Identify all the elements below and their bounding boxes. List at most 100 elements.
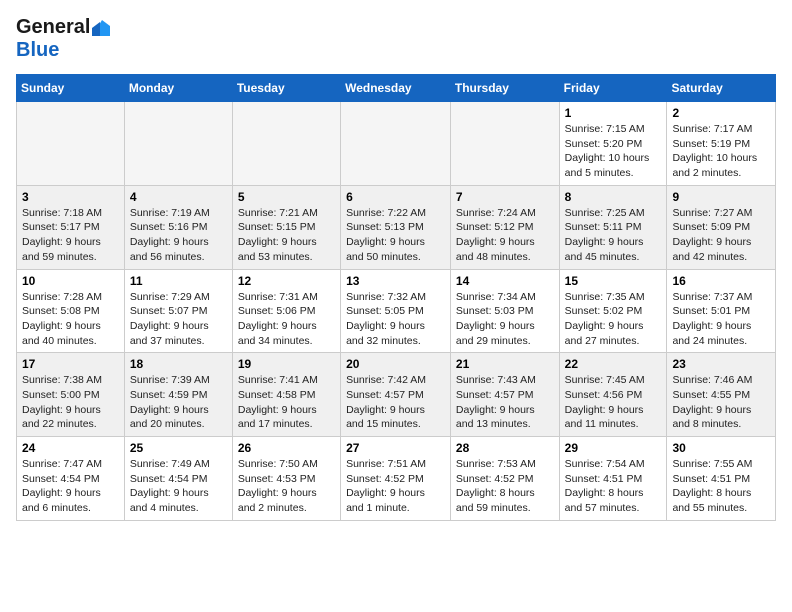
day-number: 1: [565, 106, 662, 120]
day-info: Sunrise: 7:51 AM Sunset: 4:52 PM Dayligh…: [346, 457, 445, 516]
logo-line1: General: [16, 16, 110, 39]
day-number: 22: [565, 357, 662, 371]
day-number: 2: [672, 106, 770, 120]
day-info: Sunrise: 7:29 AM Sunset: 5:07 PM Dayligh…: [130, 290, 227, 349]
logo-blue-text: Blue: [16, 39, 59, 61]
calendar-header: SundayMondayTuesdayWednesdayThursdayFrid…: [17, 75, 776, 102]
logo-general: General: [16, 16, 90, 39]
day-number: 5: [238, 190, 335, 204]
calendar-week-4: 17 Sunrise: 7:38 AM Sunset: 5:00 PM Dayli…: [17, 353, 776, 437]
day-number: 12: [238, 274, 335, 288]
day-info: Sunrise: 7:35 AM Sunset: 5:02 PM Dayligh…: [565, 290, 662, 349]
day-number: 4: [130, 190, 227, 204]
calendar-cell: 14 Sunrise: 7:34 AM Sunset: 5:03 PM Dayli…: [450, 269, 559, 353]
day-info: Sunrise: 7:19 AM Sunset: 5:16 PM Dayligh…: [130, 206, 227, 265]
calendar-cell: 1 Sunrise: 7:15 AM Sunset: 5:20 PM Daylig…: [559, 102, 667, 186]
day-number: 17: [22, 357, 119, 371]
calendar-cell: 2 Sunrise: 7:17 AM Sunset: 5:19 PM Daylig…: [667, 102, 776, 186]
day-number: 10: [22, 274, 119, 288]
calendar-cell: 24 Sunrise: 7:47 AM Sunset: 4:54 PM Dayli…: [17, 437, 125, 521]
calendar-cell: 9 Sunrise: 7:27 AM Sunset: 5:09 PM Daylig…: [667, 185, 776, 269]
day-info: Sunrise: 7:55 AM Sunset: 4:51 PM Dayligh…: [672, 457, 770, 516]
calendar-cell: 15Sunrise: 7:35 AM Sunset: 5:02 PM Dayli…: [559, 269, 667, 353]
day-number: 21: [456, 357, 554, 371]
calendar-cell: 17 Sunrise: 7:38 AM Sunset: 5:00 PM Dayli…: [17, 353, 125, 437]
calendar-cell: 12 Sunrise: 7:31 AM Sunset: 5:06 PM Dayli…: [232, 269, 340, 353]
day-number: 11: [130, 274, 227, 288]
calendar-cell: 8Sunrise: 7:25 AM Sunset: 5:11 PM Daylig…: [559, 185, 667, 269]
logo-line2: Blue: [16, 39, 59, 62]
day-info: Sunrise: 7:24 AM Sunset: 5:12 PM Dayligh…: [456, 206, 554, 265]
weekday-header-friday: Friday: [559, 75, 667, 102]
day-number: 16: [672, 274, 770, 288]
day-number: 18: [130, 357, 227, 371]
day-info: Sunrise: 7:31 AM Sunset: 5:06 PM Dayligh…: [238, 290, 335, 349]
day-info: Sunrise: 7:54 AM Sunset: 4:51 PM Dayligh…: [565, 457, 662, 516]
day-number: 29: [565, 441, 662, 455]
calendar-cell: 3 Sunrise: 7:18 AM Sunset: 5:17 PM Daylig…: [17, 185, 125, 269]
day-info: Sunrise: 7:45 AM Sunset: 4:56 PM Dayligh…: [565, 373, 662, 432]
day-info: Sunrise: 7:28 AM Sunset: 5:08 PM Dayligh…: [22, 290, 119, 349]
calendar-cell: [341, 102, 451, 186]
weekday-header-wednesday: Wednesday: [341, 75, 451, 102]
day-info: Sunrise: 7:32 AM Sunset: 5:05 PM Dayligh…: [346, 290, 445, 349]
calendar-week-2: 3 Sunrise: 7:18 AM Sunset: 5:17 PM Daylig…: [17, 185, 776, 269]
calendar-cell: 23 Sunrise: 7:46 AM Sunset: 4:55 PM Dayli…: [667, 353, 776, 437]
calendar-cell: 19Sunrise: 7:41 AM Sunset: 4:58 PM Dayli…: [232, 353, 340, 437]
day-number: 26: [238, 441, 335, 455]
day-info: Sunrise: 7:50 AM Sunset: 4:53 PM Dayligh…: [238, 457, 335, 516]
day-info: Sunrise: 7:46 AM Sunset: 4:55 PM Dayligh…: [672, 373, 770, 432]
calendar-week-3: 10 Sunrise: 7:28 AM Sunset: 5:08 PM Dayli…: [17, 269, 776, 353]
calendar-cell: [232, 102, 340, 186]
weekday-header-saturday: Saturday: [667, 75, 776, 102]
calendar-cell: 6Sunrise: 7:22 AM Sunset: 5:13 PM Daylig…: [341, 185, 451, 269]
day-info: Sunrise: 7:15 AM Sunset: 5:20 PM Dayligh…: [565, 122, 662, 181]
calendar-cell: 16Sunrise: 7:37 AM Sunset: 5:01 PM Dayli…: [667, 269, 776, 353]
day-number: 14: [456, 274, 554, 288]
day-info: Sunrise: 7:53 AM Sunset: 4:52 PM Dayligh…: [456, 457, 554, 516]
day-info: Sunrise: 7:47 AM Sunset: 4:54 PM Dayligh…: [22, 457, 119, 516]
calendar-week-1: 1 Sunrise: 7:15 AM Sunset: 5:20 PM Daylig…: [17, 102, 776, 186]
day-number: 9: [672, 190, 770, 204]
day-number: 20: [346, 357, 445, 371]
calendar-cell: 4 Sunrise: 7:19 AM Sunset: 5:16 PM Daylig…: [124, 185, 232, 269]
calendar-cell: 20Sunrise: 7:42 AM Sunset: 4:57 PM Dayli…: [341, 353, 451, 437]
day-info: Sunrise: 7:38 AM Sunset: 5:00 PM Dayligh…: [22, 373, 119, 432]
weekday-header-sunday: Sunday: [17, 75, 125, 102]
calendar-cell: 11 Sunrise: 7:29 AM Sunset: 5:07 PM Dayli…: [124, 269, 232, 353]
calendar-table: SundayMondayTuesdayWednesdayThursdayFrid…: [16, 74, 776, 521]
logo-bird-icon: [92, 18, 110, 36]
calendar-cell: 13 Sunrise: 7:32 AM Sunset: 5:05 PM Dayli…: [341, 269, 451, 353]
day-number: 13: [346, 274, 445, 288]
day-info: Sunrise: 7:27 AM Sunset: 5:09 PM Dayligh…: [672, 206, 770, 265]
day-info: Sunrise: 7:34 AM Sunset: 5:03 PM Dayligh…: [456, 290, 554, 349]
day-number: 25: [130, 441, 227, 455]
day-number: 24: [22, 441, 119, 455]
page-header: General Blue: [16, 16, 776, 62]
calendar-cell: [17, 102, 125, 186]
day-number: 6: [346, 190, 445, 204]
weekday-header-monday: Monday: [124, 75, 232, 102]
calendar-cell: 7Sunrise: 7:24 AM Sunset: 5:12 PM Daylig…: [450, 185, 559, 269]
calendar-cell: 25Sunrise: 7:49 AM Sunset: 4:54 PM Dayli…: [124, 437, 232, 521]
calendar-cell: [450, 102, 559, 186]
day-number: 3: [22, 190, 119, 204]
day-info: Sunrise: 7:17 AM Sunset: 5:19 PM Dayligh…: [672, 122, 770, 181]
weekday-header-thursday: Thursday: [450, 75, 559, 102]
calendar-cell: 21Sunrise: 7:43 AM Sunset: 4:57 PM Dayli…: [450, 353, 559, 437]
calendar-cell: [124, 102, 232, 186]
calendar-cell: 29 Sunrise: 7:54 AM Sunset: 4:51 PM Dayli…: [559, 437, 667, 521]
day-number: 8: [565, 190, 662, 204]
logo: General Blue: [16, 16, 110, 62]
calendar-cell: 22 Sunrise: 7:45 AM Sunset: 4:56 PM Dayli…: [559, 353, 667, 437]
day-number: 28: [456, 441, 554, 455]
calendar-cell: 18 Sunrise: 7:39 AM Sunset: 4:59 PM Dayli…: [124, 353, 232, 437]
day-info: Sunrise: 7:18 AM Sunset: 5:17 PM Dayligh…: [22, 206, 119, 265]
day-info: Sunrise: 7:21 AM Sunset: 5:15 PM Dayligh…: [238, 206, 335, 265]
calendar-cell: 28 Sunrise: 7:53 AM Sunset: 4:52 PM Dayli…: [450, 437, 559, 521]
day-info: Sunrise: 7:39 AM Sunset: 4:59 PM Dayligh…: [130, 373, 227, 432]
calendar-cell: 26 Sunrise: 7:50 AM Sunset: 4:53 PM Dayli…: [232, 437, 340, 521]
day-number: 23: [672, 357, 770, 371]
calendar-body: 1 Sunrise: 7:15 AM Sunset: 5:20 PM Daylig…: [17, 102, 776, 521]
day-info: Sunrise: 7:41 AM Sunset: 4:58 PM Dayligh…: [238, 373, 335, 432]
